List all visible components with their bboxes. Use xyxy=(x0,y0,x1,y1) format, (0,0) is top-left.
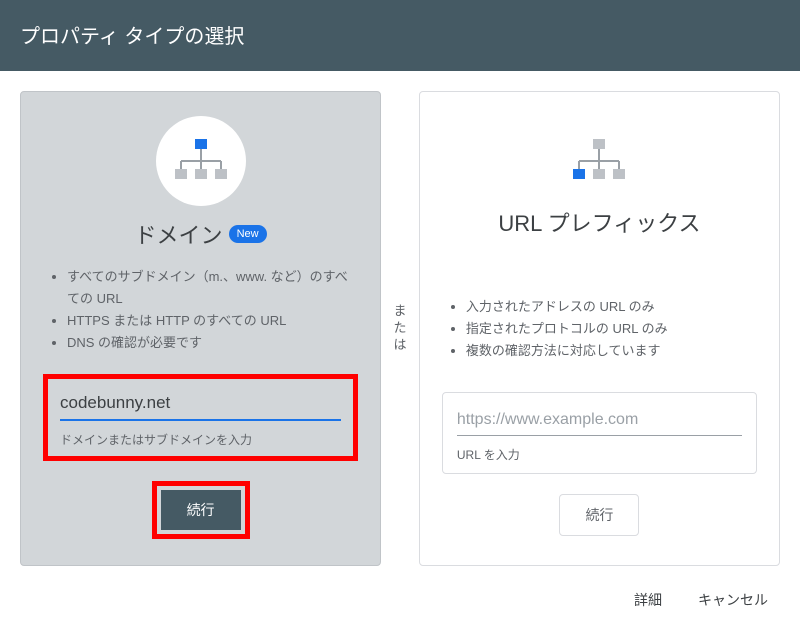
url-icon-wrap xyxy=(571,116,627,206)
list-item: HTTPS または HTTP のすべての URL xyxy=(67,310,358,332)
sitemap-icon xyxy=(571,139,627,183)
list-item: すべてのサブドメイン（m.、www. など）のすべての URL xyxy=(67,266,358,310)
domain-input-block: ドメインまたはサブドメインを入力 xyxy=(43,374,358,461)
list-item: 指定されたプロトコルの URL のみ xyxy=(466,318,757,340)
url-feature-list: 入力されたアドレスの URL のみ 指定されたプロトコルの URL のみ 複数の… xyxy=(442,296,757,362)
domain-submit-wrap: 続行 xyxy=(152,481,250,539)
dialog-footer: 詳細 キャンセル xyxy=(0,576,800,610)
list-item: DNS の確認が必要です xyxy=(67,332,358,354)
url-prefix-title: URL プレフィックス xyxy=(498,206,700,238)
domain-continue-button[interactable]: 続行 xyxy=(161,490,241,530)
domain-icon-circle xyxy=(156,116,246,206)
url-submit-wrap: 続行 xyxy=(559,494,639,536)
new-badge: New xyxy=(229,225,267,243)
main-content: ドメイン New すべてのサブドメイン（m.、www. など）のすべての URL… xyxy=(0,71,800,576)
dialog-header: プロパティ タイプの選択 xyxy=(0,0,800,71)
list-item: 入力されたアドレスの URL のみ xyxy=(466,296,757,318)
url-input[interactable] xyxy=(457,407,742,436)
domain-title-row: ドメイン New xyxy=(135,218,267,250)
domain-input-helper: ドメインまたはサブドメインを入力 xyxy=(60,431,341,448)
cancel-link[interactable]: キャンセル xyxy=(698,590,768,610)
url-prefix-card[interactable]: URL プレフィックス 入力されたアドレスの URL のみ 指定されたプロトコル… xyxy=(419,91,780,566)
or-divider: また は xyxy=(389,303,411,354)
url-continue-button[interactable]: 続行 xyxy=(559,494,639,536)
domain-input[interactable] xyxy=(60,389,341,421)
domain-card[interactable]: ドメイン New すべてのサブドメイン（m.、www. など）のすべての URL… xyxy=(20,91,381,566)
list-item: 複数の確認方法に対応しています xyxy=(466,340,757,362)
details-link[interactable]: 詳細 xyxy=(634,590,662,610)
url-input-helper: URL を入力 xyxy=(457,446,742,463)
dialog-title: プロパティ タイプの選択 xyxy=(20,26,244,48)
domain-feature-list: すべてのサブドメイン（m.、www. など）のすべての URL HTTPS また… xyxy=(43,266,358,354)
sitemap-icon xyxy=(173,139,229,183)
domain-title: ドメイン xyxy=(135,218,223,250)
url-input-block: URL を入力 xyxy=(442,392,757,474)
